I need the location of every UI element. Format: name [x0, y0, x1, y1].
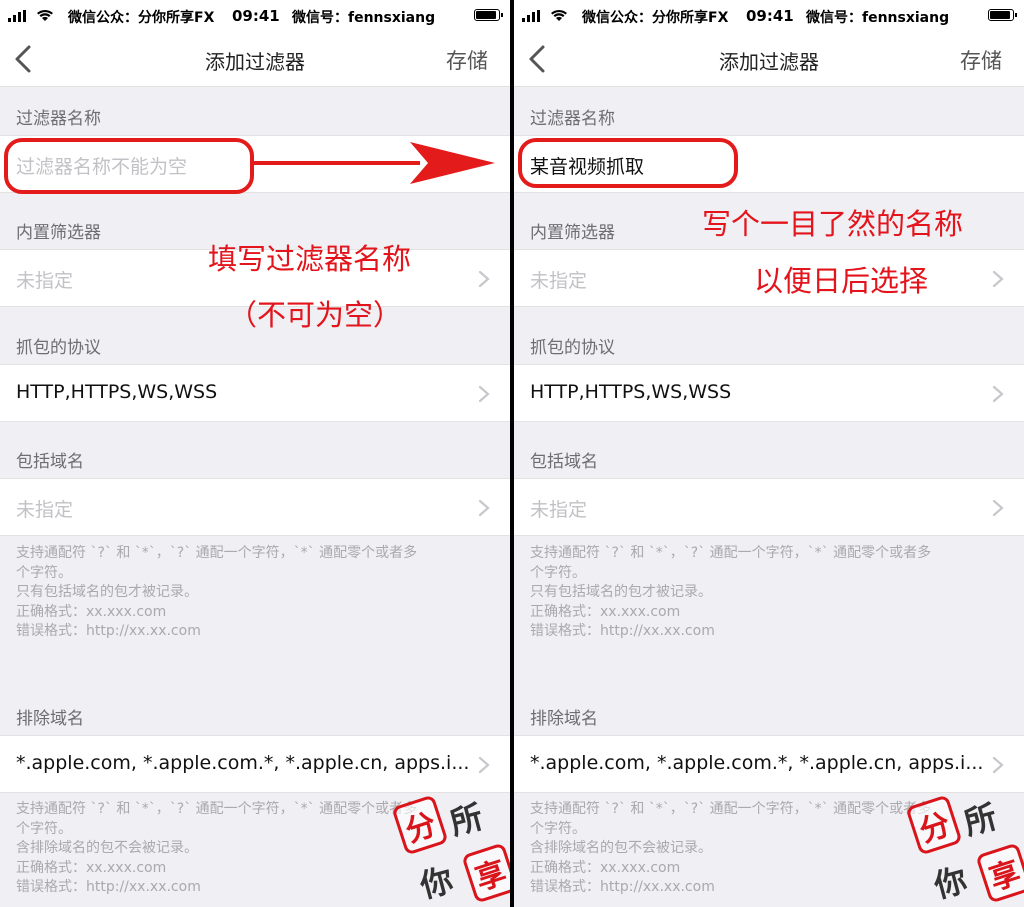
- status-wechat-account: 微信公众：分你所享FX: [68, 10, 215, 26]
- page-title: 添加过滤器: [719, 50, 819, 74]
- save-button[interactable]: 存储: [960, 45, 1002, 75]
- battery-icon: [474, 9, 503, 21]
- protocol-value: HTTP,HTTPS,WS,WSS: [16, 381, 218, 403]
- chevron-right-icon: [478, 756, 490, 774]
- screen-divider: [510, 0, 514, 907]
- status-bar: 微信公众：分你所享FX 09:41 微信号：fennsxiang: [514, 0, 1024, 32]
- chevron-right-icon: [992, 756, 1004, 774]
- include-domain-value: 未指定: [530, 499, 588, 521]
- protocol-value: HTTP,HTTPS,WS,WSS: [530, 381, 732, 403]
- section-label-name: 过滤器名称: [530, 109, 615, 129]
- include-domain-value: 未指定: [16, 499, 74, 521]
- exclude-domain-value: *.apple.com, *.apple.com.*, *.apple.cn, …: [530, 752, 984, 774]
- include-domain-row[interactable]: 未指定: [514, 478, 1024, 536]
- status-wechat-id: 微信号：fennsxiang: [806, 10, 950, 26]
- signal-icon: [522, 10, 544, 22]
- section-label-builtin: 内置筛选器: [530, 223, 615, 243]
- battery-icon: [988, 9, 1017, 21]
- status-time: 09:41: [746, 7, 794, 25]
- chevron-right-icon: [478, 385, 490, 403]
- protocol-row[interactable]: HTTP,HTTPS,WS,WSS: [0, 364, 510, 422]
- protocol-row[interactable]: HTTP,HTTPS,WS,WSS: [514, 364, 1024, 422]
- section-label-protocol: 抓包的协议: [16, 338, 101, 358]
- annotation-line1: 填写过滤器名称: [208, 242, 412, 276]
- chevron-right-icon: [992, 385, 1004, 403]
- exclude-domain-value: *.apple.com, *.apple.com.*, *.apple.cn, …: [16, 752, 470, 774]
- include-domain-note: 支持通配符 `?` 和 `*`，`?` 通配一个字符，`*` 通配零个或者多 个…: [530, 545, 932, 639]
- section-label-protocol: 抓包的协议: [530, 338, 615, 358]
- nav-bar: 添加过滤器 存储: [514, 32, 1024, 87]
- annotation-line2: 以便日后选择: [754, 264, 929, 298]
- section-label-exclude: 排除域名: [16, 709, 84, 729]
- annotation-line1: 写个一目了然的名称: [702, 207, 964, 241]
- chevron-right-icon: [478, 270, 490, 288]
- save-button[interactable]: 存储: [446, 45, 488, 75]
- section-label-builtin: 内置筛选器: [16, 223, 101, 243]
- wifi-icon: [551, 9, 567, 21]
- chevron-right-icon: [478, 499, 490, 517]
- page-title: 添加过滤器: [205, 50, 305, 74]
- section-label-name: 过滤器名称: [16, 109, 101, 129]
- builtin-filter-value: 未指定: [16, 270, 74, 292]
- chevron-right-icon: [992, 270, 1004, 288]
- section-label-exclude: 排除域名: [530, 709, 598, 729]
- section-label-include: 包括域名: [16, 452, 84, 472]
- builtin-filter-value: 未指定: [530, 270, 588, 292]
- status-bar: 微信公众：分你所享FX 09:41 微信号：fennsxiang: [0, 0, 510, 32]
- status-time: 09:41: [232, 7, 280, 25]
- chevron-right-icon: [992, 499, 1004, 517]
- section-label-include: 包括域名: [530, 452, 598, 472]
- annotation-line2: （不可为空）: [228, 298, 403, 332]
- include-domain-row[interactable]: 未指定: [0, 478, 510, 536]
- signal-icon: [8, 10, 30, 22]
- include-domain-note: 支持通配符 `?` 和 `*`，`?` 通配一个字符，`*` 通配零个或者多 个…: [16, 545, 418, 639]
- phone-screen-left: 微信公众：分你所享FX 09:41 微信号：fennsxiang 添加过滤器 存…: [0, 0, 510, 907]
- exclude-domain-row[interactable]: *.apple.com, *.apple.com.*, *.apple.cn, …: [514, 735, 1024, 793]
- wifi-icon: [37, 9, 53, 21]
- status-wechat-account: 微信公众：分你所享FX: [582, 10, 729, 26]
- callout-box: [518, 138, 738, 188]
- callout-box: [4, 138, 254, 194]
- status-wechat-id: 微信号：fennsxiang: [292, 10, 436, 26]
- arrow-right-icon: [250, 142, 495, 184]
- nav-bar: 添加过滤器 存储: [0, 32, 510, 87]
- exclude-domain-row[interactable]: *.apple.com, *.apple.com.*, *.apple.cn, …: [0, 735, 510, 793]
- phone-screen-right: 微信公众：分你所享FX 09:41 微信号：fennsxiang 添加过滤器 存…: [514, 0, 1024, 907]
